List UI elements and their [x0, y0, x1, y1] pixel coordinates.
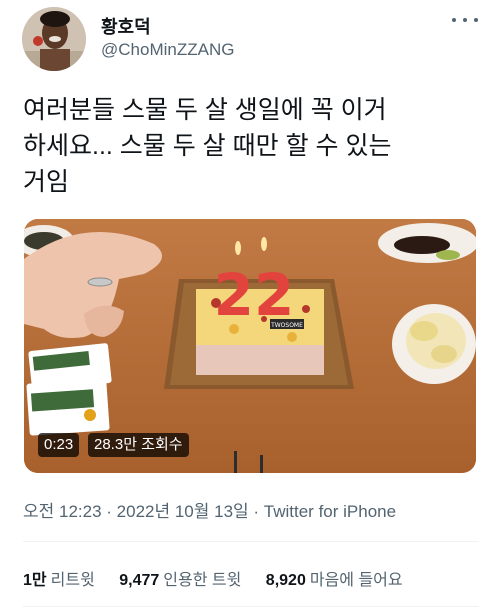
video-duration: 0:23 — [38, 433, 80, 457]
video-view-count: 28.3만 조회수 — [88, 433, 189, 457]
retweets-stat[interactable]: 1만 리트윗 — [23, 566, 95, 590]
tweet-date[interactable]: 2022년 10월 13일 — [117, 502, 249, 521]
quote-tweets-count: 9,477 — [119, 572, 160, 589]
tweet-source[interactable]: Twitter for iPhone — [264, 502, 396, 521]
dot — [463, 18, 467, 22]
divider — [23, 541, 479, 542]
quote-tweets-stat[interactable]: 9,477 인용한 트윗 — [119, 566, 241, 590]
likes-count: 8,920 — [265, 572, 306, 589]
tweet-meta: 오전 12:23 · 2022년 10월 13일 · Twitter for i… — [23, 497, 396, 522]
retweets-count: 1만 — [23, 572, 47, 589]
tweet: 황호덕 @ChoMinZZANG 여러분들 스물 두 살 생일에 꼭 이거 하세… — [0, 0, 500, 611]
tweet-time[interactable]: 오전 12:23 — [23, 502, 102, 521]
more-options-icon[interactable] — [452, 10, 478, 30]
retweets-label: 리트윗 — [50, 572, 95, 589]
dot — [452, 18, 456, 22]
avatar[interactable] — [22, 7, 86, 71]
tweet-stats: 1만 리트윗 9,477 인용한 트윗 8,920 마음에 들어요 — [23, 566, 423, 590]
divider — [23, 606, 479, 607]
meta-separator: · — [101, 502, 117, 521]
tweet-text: 여러분들 스물 두 살 생일에 꼭 이거 하세요... 스물 두 살 때만 할 … — [23, 96, 392, 196]
quote-tweets-label: 인용한 트윗 — [163, 572, 242, 589]
likes-label: 마음에 들어요 — [309, 572, 403, 589]
user-handle[interactable]: @ChoMinZZANG — [101, 40, 234, 60]
candle-number: 22 — [214, 261, 295, 329]
meta-separator: · — [248, 502, 264, 521]
dot — [474, 18, 478, 22]
user-name[interactable]: 황호덕 — [101, 13, 151, 39]
avatar-image — [22, 7, 86, 71]
likes-stat[interactable]: 8,920 마음에 들어요 — [266, 566, 403, 590]
